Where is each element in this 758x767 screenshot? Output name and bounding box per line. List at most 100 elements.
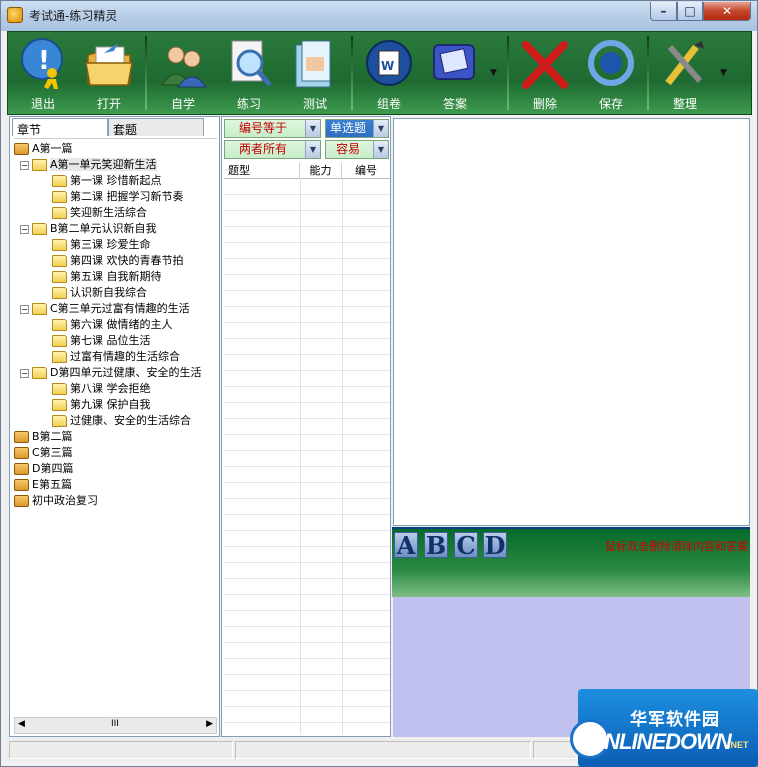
tree-item-label: C第三单元过富有情趣的生活 [50, 302, 190, 315]
minimize-button[interactable]: – [650, 2, 677, 21]
owner-filter-select[interactable]: 两者所有 ▼ [224, 140, 321, 159]
organize-dropdown-icon[interactable]: ▼ [720, 68, 727, 78]
tree-item[interactable]: 第三课 珍爱生命 [52, 237, 151, 253]
question-type-value: 单选题 [330, 121, 367, 135]
scroll-thumb[interactable]: III [111, 719, 119, 729]
tree-item[interactable]: 第七课 品位生活 [52, 333, 151, 349]
tree-item-label: B第二单元认识新自我 [50, 222, 157, 235]
answer-dropdown-icon[interactable]: ▼ [490, 68, 497, 78]
tree-item[interactable]: A第一篇 [14, 141, 73, 157]
save-button[interactable]: 保存 [578, 34, 644, 114]
chevron-down-icon[interactable]: ▼ [305, 141, 320, 158]
tree-item-label: 第一课 珍惜新起点 [70, 174, 162, 187]
tree-item[interactable]: 过富有情趣的生活综合 [52, 349, 180, 365]
answer-label: 答案 [442, 97, 467, 111]
maximize-button[interactable]: □ [677, 2, 703, 21]
svg-text:W: W [381, 59, 394, 73]
column-header-number[interactable]: 编号 [342, 163, 390, 179]
tree-item[interactable]: E第五篇 [14, 477, 72, 493]
answer-button[interactable]: 答案 [422, 34, 488, 114]
tree-item[interactable]: C第三篇 [14, 445, 73, 461]
answer-hint: 鼠标双击删除清除内容和答案 [605, 540, 748, 553]
question-type-select[interactable]: 单选题 ▼ [325, 119, 389, 138]
close-button[interactable]: ✕ [703, 2, 751, 21]
open-button[interactable]: 打开 [76, 34, 142, 114]
tree-item[interactable]: 第五课 自我新期待 [52, 269, 162, 285]
status-segment [235, 741, 531, 759]
book-icon [14, 463, 29, 475]
tree-item[interactable]: 第一课 珍惜新起点 [52, 173, 162, 189]
collapse-toggle-icon[interactable]: − [20, 304, 29, 314]
delete-button[interactable]: 删除 [512, 34, 578, 114]
chevron-down-icon[interactable]: ▼ [373, 141, 388, 158]
scroll-left-icon[interactable]: ◀ [18, 719, 25, 729]
column-header-ability[interactable]: 能力 [300, 163, 342, 179]
open-label: 打开 [96, 97, 121, 111]
compose-paper-button[interactable]: W 组卷 [356, 34, 422, 114]
tree-item[interactable]: − B第二单元认识新自我 [20, 221, 157, 237]
tree-item[interactable]: 过健康、安全的生活综合 [52, 413, 191, 429]
folder-icon [52, 207, 67, 219]
scroll-right-icon[interactable]: ▶ [206, 719, 213, 729]
question-content-area[interactable] [393, 118, 750, 526]
exit-label: 退出 [30, 97, 55, 111]
difficulty-select[interactable]: 容易 ▼ [325, 140, 389, 159]
organize-button[interactable]: 整理 [652, 34, 718, 114]
number-filter-value: 编号等于 [239, 121, 288, 135]
number-filter-select[interactable]: 编号等于 ▼ [224, 119, 321, 138]
tree-item-label: A第一篇 [32, 142, 73, 155]
exit-button[interactable]: ! 退出 [10, 34, 76, 114]
tree-item[interactable]: 第九课 保护自我 [52, 397, 151, 413]
tree-item[interactable]: − A第一单元笑迎新生活 [20, 157, 157, 173]
delete-label: 删除 [532, 97, 557, 111]
tree-item-label: B第二篇 [32, 430, 73, 443]
answer-a-button[interactable]: A [394, 532, 418, 559]
tree-item[interactable]: 第八课 学会拒绝 [52, 381, 151, 397]
chapter-tree[interactable]: A第一篇 − A第一单元笑迎新生活 第一课 珍惜新起点第二课 把握学习新节奏 笑迎新生活… [14, 138, 217, 718]
test-button[interactable]: 测试 [282, 34, 348, 114]
grid-column-line [342, 179, 343, 734]
tree-item[interactable]: B第二篇 [14, 429, 73, 445]
toolbar-separator [507, 36, 509, 110]
self-study-label: 自学 [170, 97, 195, 111]
tab-chapter[interactable]: 章节 [12, 118, 108, 137]
column-header-type[interactable]: 题型 [224, 163, 300, 179]
tree-item-label: 第五课 自我新期待 [70, 270, 162, 283]
question-grid[interactable] [224, 179, 390, 734]
practice-icon [231, 40, 272, 87]
collapse-toggle-icon[interactable]: − [20, 224, 29, 234]
chevron-down-icon[interactable]: ▼ [305, 120, 320, 137]
tree-item-label: 第六课 做情绪的主人 [70, 318, 173, 331]
tree-item[interactable]: − D第四单元过健康、安全的生活 [20, 365, 201, 381]
tree-item[interactable]: − C第三单元过富有情趣的生活 [20, 301, 190, 317]
answer-b-button[interactable]: B [424, 532, 448, 559]
tree-item[interactable]: 第二课 把握学习新节奏 [52, 189, 184, 205]
practice-button[interactable]: 练习 [216, 34, 282, 114]
horizontal-scrollbar[interactable]: ◀ III ▶ [14, 717, 217, 734]
title-bar[interactable]: 考试通-练习精灵 – □ ✕ [1, 1, 757, 31]
difficulty-value: 容易 [336, 142, 361, 156]
collapse-toggle-icon[interactable]: − [20, 368, 29, 378]
tree-item[interactable]: 初中政治复习 [14, 493, 98, 509]
collapse-toggle-icon[interactable]: − [20, 160, 29, 170]
window-title: 考试通-练习精灵 [29, 9, 118, 23]
test-icon [295, 40, 331, 88]
self-study-button[interactable]: 自学 [150, 34, 216, 114]
tree-item[interactable]: 认识新自我综合 [52, 285, 147, 301]
note-folder-icon [32, 303, 47, 315]
tree-item[interactable]: 笑迎新生活综合 [52, 205, 147, 221]
tree-item-label: 过健康、安全的生活综合 [70, 414, 191, 427]
open-folder-icon [85, 43, 133, 86]
tab-question-set[interactable]: 套题 [108, 118, 204, 137]
delete-icon [522, 41, 568, 89]
chevron-down-icon[interactable]: ▼ [373, 120, 388, 137]
tree-item[interactable]: 第四课 欢快的青春节拍 [52, 253, 184, 269]
answer-d-button[interactable]: D [483, 532, 507, 559]
tree-item[interactable]: D第四篇 [14, 461, 73, 477]
tree-item-label: 过富有情趣的生活综合 [70, 350, 180, 363]
practice-label: 练习 [236, 97, 261, 111]
folder-icon [52, 255, 67, 267]
answer-c-button[interactable]: C [454, 532, 478, 559]
question-grid-header: 题型 能力 编号 [224, 163, 390, 179]
tree-item[interactable]: 第六课 做情绪的主人 [52, 317, 173, 333]
